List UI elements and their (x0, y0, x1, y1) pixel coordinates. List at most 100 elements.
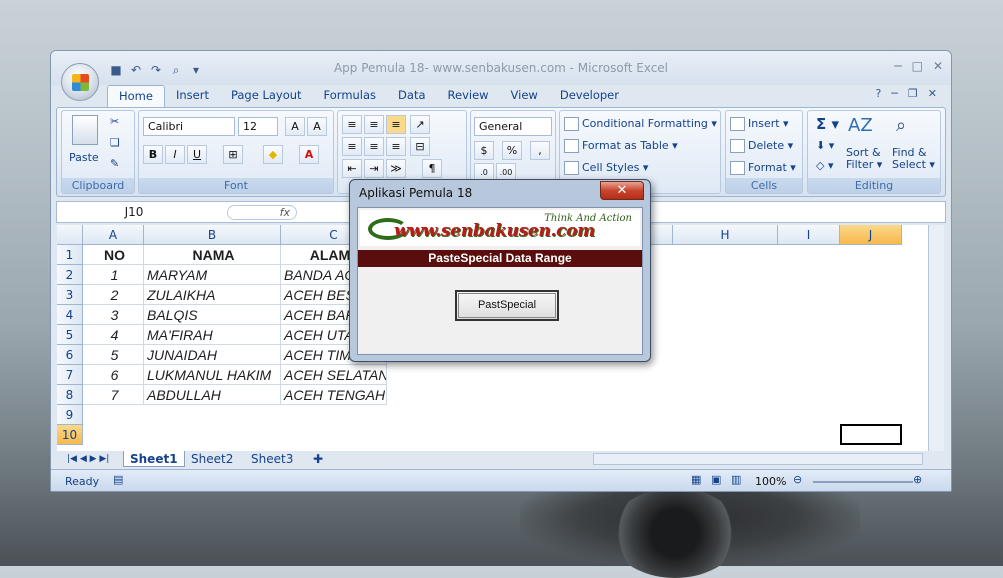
tab-page-layout[interactable]: Page Layout (220, 85, 313, 107)
insert-sheet-icon[interactable]: ✚ (307, 451, 329, 467)
cell-nama[interactable]: JUNAIDAH (144, 345, 281, 365)
close-icon[interactable]: ✕ (933, 59, 943, 73)
row-header-4[interactable]: 4 (57, 305, 83, 325)
align-bottom-icon[interactable]: ≡ (386, 115, 406, 134)
autosum-icon[interactable]: Σ ▾ (816, 115, 839, 133)
format-painter-icon[interactable]: ✎ (110, 157, 119, 170)
print-preview-icon[interactable]: ⌕ (168, 62, 184, 78)
office-button[interactable] (61, 63, 99, 101)
delete-cells-button[interactable]: Delete ▾ (730, 139, 793, 153)
cell-no[interactable]: 6 (83, 365, 144, 385)
tab-formulas[interactable]: Formulas (313, 85, 388, 107)
column-header-h[interactable]: H (673, 225, 778, 245)
find-select-button[interactable]: Find & Select ▾ (892, 147, 935, 171)
grow-font-icon[interactable]: A (285, 117, 305, 136)
sheet-tab-2[interactable]: Sheet2 (185, 451, 239, 467)
maximize-icon[interactable]: □ (912, 59, 923, 73)
tab-home[interactable]: Home (107, 85, 165, 107)
insert-cells-button[interactable]: Insert ▾ (730, 117, 789, 131)
active-cell-j10[interactable] (840, 424, 902, 445)
format-cells-button[interactable]: Format ▾ (730, 161, 796, 175)
borders-icon[interactable]: ⊞ (223, 145, 243, 164)
paste-button[interactable]: Paste (69, 151, 99, 164)
find-select-icon[interactable]: ⌕ (896, 115, 906, 136)
conditional-formatting-button[interactable]: Conditional Formatting ▾ (564, 117, 717, 131)
row-header-7[interactable]: 7 (57, 365, 83, 385)
cell-no[interactable]: 3 (83, 305, 144, 325)
cell-no[interactable]: 5 (83, 345, 144, 365)
row-header-9[interactable]: 9 (57, 405, 83, 425)
cell-nama[interactable]: BALQIS (144, 305, 281, 325)
column-header-j[interactable]: J (840, 225, 902, 245)
cell-nama[interactable]: MA'FIRAH (144, 325, 281, 345)
font-size-select[interactable]: 12 (238, 117, 278, 136)
minimize-icon[interactable]: ─ (894, 59, 901, 73)
underline-button[interactable]: U (187, 145, 207, 164)
italic-button[interactable]: I (165, 145, 185, 164)
name-box[interactable]: J10 (59, 204, 209, 221)
normal-view-icon[interactable]: ▦ (691, 473, 701, 486)
cut-icon[interactable]: ✂ (110, 115, 119, 128)
doc-minimize-icon[interactable]: ─ (891, 87, 898, 100)
sheet-tab-1[interactable]: Sheet1 (123, 451, 185, 467)
row-header-2[interactable]: 2 (57, 265, 83, 285)
fill-icon[interactable]: ⬇ ▾ (816, 139, 834, 152)
insert-function-button[interactable]: fx (227, 205, 297, 220)
cell-no[interactable]: 1 (83, 265, 144, 285)
save-icon[interactable]: ■ (108, 62, 124, 78)
orientation-icon[interactable]: ↗ (410, 115, 430, 134)
header-cell-no[interactable]: NO (83, 245, 144, 265)
zoom-slider[interactable] (813, 481, 913, 483)
row-header-10[interactable]: 10 (57, 425, 83, 445)
sort-filter-button[interactable]: Sort & Filter ▾ (846, 147, 882, 171)
column-header-b[interactable]: B (144, 225, 281, 245)
cell-nama[interactable]: ZULAIKHA (144, 285, 281, 305)
doc-restore-icon[interactable]: ❐ (908, 87, 918, 100)
doc-close-icon[interactable]: ✕ (928, 87, 937, 100)
undo-icon[interactable]: ↶ (128, 62, 144, 78)
tab-insert[interactable]: Insert (165, 85, 220, 107)
comma-button[interactable]: , (530, 141, 550, 160)
macro-record-icon[interactable]: ▤ (113, 473, 123, 486)
currency-icon[interactable]: $ (474, 141, 494, 160)
tab-developer[interactable]: Developer (549, 85, 630, 107)
zoom-out-icon[interactable]: ⊖ (793, 473, 802, 486)
format-as-table-button[interactable]: Format as Table ▾ (564, 139, 678, 153)
font-name-select[interactable]: Calibri (143, 117, 235, 136)
decrease-indent-icon[interactable]: ⇤ (342, 159, 362, 178)
percent-button[interactable]: % (502, 141, 522, 160)
column-header-a[interactable]: A (83, 225, 144, 245)
wrap-text-icon[interactable]: ¶ (422, 159, 442, 178)
cell-nama[interactable]: ABDULLAH (144, 385, 281, 405)
number-format-select[interactable]: General (474, 117, 552, 136)
align-right-icon[interactable]: ≡ (386, 137, 406, 156)
align-top-icon[interactable]: ≡ (342, 115, 362, 134)
select-all-corner[interactable] (57, 225, 83, 245)
copy-icon[interactable]: ❏ (110, 136, 120, 149)
customize-qat-icon[interactable]: ▾ (188, 62, 204, 78)
dialog-close-button[interactable]: ✕ (600, 181, 644, 200)
sheet-nav-icons[interactable]: |◀ ◀ ▶ ▶| (61, 451, 115, 467)
tab-data[interactable]: Data (387, 85, 436, 107)
cell-styles-button[interactable]: Cell Styles ▾ (564, 161, 648, 175)
cell-alamat[interactable]: ACEH SELATAN (281, 365, 387, 385)
sheet-tab-3[interactable]: Sheet3 (245, 451, 299, 467)
cell-alamat[interactable]: ACEH TENGAH (281, 385, 387, 405)
vertical-scrollbar[interactable] (928, 225, 944, 451)
zoom-in-icon[interactable]: ⊕ (913, 473, 922, 486)
pastespecial-button[interactable]: PastSpecial (455, 290, 559, 321)
text-direction-icon[interactable]: ≫ (386, 159, 406, 178)
align-center-icon[interactable]: ≡ (364, 137, 384, 156)
row-header-1[interactable]: 1 (57, 245, 83, 265)
sort-filter-icon[interactable]: AZ (848, 115, 873, 136)
font-color-icon[interactable]: A (299, 145, 319, 164)
cell-no[interactable]: 7 (83, 385, 144, 405)
page-break-view-icon[interactable]: ▥ (731, 473, 741, 486)
horizontal-scrollbar[interactable] (593, 453, 923, 465)
zoom-level[interactable]: 100% (755, 475, 786, 488)
cell-no[interactable]: 2 (83, 285, 144, 305)
merge-icon[interactable]: ⊟ (410, 137, 430, 156)
increase-indent-icon[interactable]: ⇥ (364, 159, 384, 178)
row-header-8[interactable]: 8 (57, 385, 83, 405)
column-header-i[interactable]: I (778, 225, 840, 245)
